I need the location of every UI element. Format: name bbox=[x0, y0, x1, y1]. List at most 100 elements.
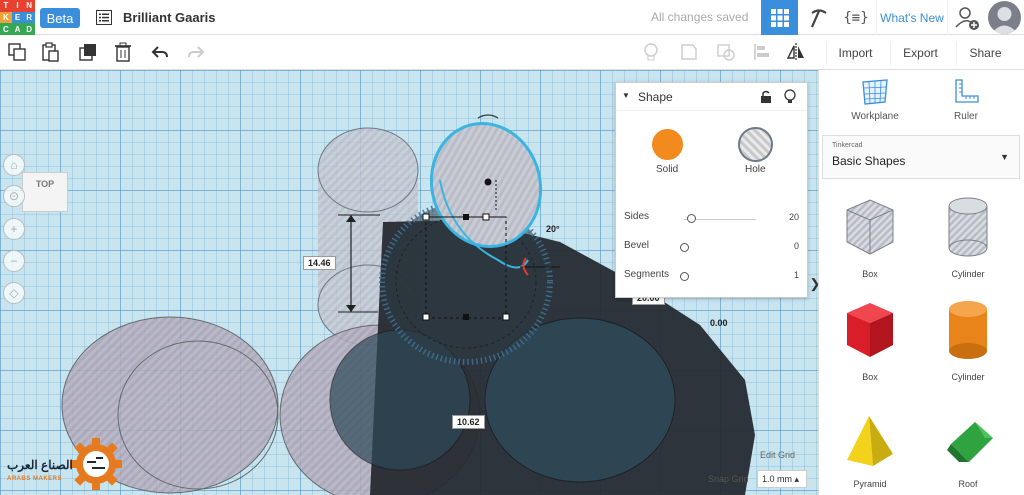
pyramid-icon bbox=[847, 416, 893, 466]
library-item-label: Roof bbox=[958, 479, 978, 489]
roof-icon bbox=[947, 422, 993, 462]
library-item-label: Cylinder bbox=[951, 269, 985, 279]
gear-logo-icon bbox=[70, 438, 122, 490]
shape-note-icon[interactable] bbox=[679, 42, 699, 62]
copy-icon[interactable] bbox=[7, 42, 27, 62]
design-title[interactable]: Brilliant Gaaris bbox=[123, 10, 215, 25]
share-button[interactable]: Share bbox=[956, 41, 1014, 65]
segments-value[interactable]: 1 bbox=[794, 270, 799, 280]
library-item-roof[interactable]: Roof bbox=[923, 400, 1013, 495]
home-view-icon[interactable]: ⌂ bbox=[3, 154, 25, 176]
paste-icon[interactable] bbox=[40, 42, 60, 62]
box-icon bbox=[847, 303, 893, 357]
watermark-english: ARABS MAKERS bbox=[7, 476, 63, 482]
redo-icon[interactable] bbox=[186, 42, 206, 62]
library-item-cylinder[interactable]: Cylinder bbox=[923, 293, 1013, 388]
orthographic-icon[interactable]: ◇ bbox=[3, 282, 25, 304]
library-item-label: Box bbox=[862, 372, 878, 382]
logo-letter: T bbox=[0, 0, 12, 12]
sides-value[interactable]: 20 bbox=[789, 212, 799, 222]
arabs-makers-watermark: الصناع العرب ARABS MAKERS bbox=[2, 438, 122, 493]
ruler-icon bbox=[955, 79, 979, 103]
segments-slider-row: Segments 1 bbox=[624, 269, 799, 285]
bevel-label: Bevel bbox=[624, 240, 650, 251]
edit-toolbar: Import Export Share bbox=[0, 35, 1024, 70]
logo-letter: I bbox=[11, 0, 24, 12]
view-cube[interactable]: TOP bbox=[22, 172, 68, 212]
light-bulb-icon[interactable] bbox=[641, 42, 661, 62]
tinkercad-logo[interactable]: TINKERCAD bbox=[0, 0, 35, 35]
library-item-label: Cylinder bbox=[951, 372, 985, 382]
user-avatar[interactable] bbox=[988, 1, 1021, 34]
logo-letter: C bbox=[0, 23, 12, 35]
hole-option-button[interactable] bbox=[738, 127, 773, 162]
beta-badge: Beta bbox=[40, 8, 80, 28]
logo-letter: E bbox=[11, 11, 24, 24]
workplane-tool[interactable]: Workplane bbox=[835, 78, 915, 122]
library-item-cylinder-hole[interactable]: Cylinder bbox=[923, 190, 1013, 285]
ruler-tool[interactable]: Ruler bbox=[926, 78, 1006, 122]
group-icon[interactable] bbox=[716, 42, 736, 62]
collapse-caret-icon[interactable]: ▼ bbox=[622, 91, 630, 100]
snap-grid-label: Snap Grid bbox=[708, 474, 749, 484]
elevation-value[interactable]: 0.00 bbox=[710, 318, 728, 328]
pickaxe-icon bbox=[810, 8, 827, 27]
bevel-value[interactable]: 0 bbox=[794, 241, 799, 251]
undo-icon[interactable] bbox=[150, 42, 170, 62]
height-dimension-value[interactable]: 14.46 bbox=[303, 256, 336, 270]
watermark-arabic: الصناع العرب bbox=[7, 458, 73, 472]
library-name: Basic Shapes bbox=[832, 154, 906, 168]
delete-trash-icon[interactable] bbox=[113, 42, 133, 62]
segments-slider-knob[interactable] bbox=[680, 272, 689, 281]
library-item-box-hole[interactable]: Box bbox=[825, 190, 915, 285]
save-status: All changes saved bbox=[651, 10, 749, 24]
bevel-slider-knob[interactable] bbox=[680, 243, 689, 252]
depth-dimension-value[interactable]: 10.62 bbox=[452, 415, 485, 429]
mirror-icon[interactable] bbox=[786, 42, 806, 62]
shape-inspector-panel: ▼ Shape Solid Hole Sides 20 Bevel 0 Segm… bbox=[615, 82, 808, 298]
library-provider: Tinkercad bbox=[832, 142, 863, 149]
grid-icon bbox=[770, 8, 789, 27]
box-hole-icon bbox=[846, 199, 894, 255]
workplane-label: Workplane bbox=[851, 111, 899, 122]
edit-grid-button[interactable]: Edit Grid bbox=[760, 450, 795, 460]
sides-label: Sides bbox=[624, 211, 650, 222]
codeblocks-button[interactable]: {≡} bbox=[839, 0, 873, 35]
lock-icon[interactable] bbox=[760, 90, 772, 104]
visibility-bulb-icon[interactable] bbox=[784, 89, 796, 105]
whats-new-link[interactable]: What's New bbox=[876, 0, 948, 35]
sides-slider-knob[interactable] bbox=[687, 214, 697, 223]
cylinder-hole-icon bbox=[948, 197, 988, 257]
right-sidebar: Workplane Ruler Tinkercad Basic Shapes ▼… bbox=[818, 70, 1024, 495]
design-list-icon[interactable] bbox=[96, 10, 112, 25]
rotation-angle-value[interactable]: 20° bbox=[546, 224, 560, 234]
add-user-icon[interactable] bbox=[954, 5, 980, 31]
library-item-box[interactable]: Box bbox=[825, 293, 915, 388]
zoom-in-icon[interactable]: + bbox=[3, 218, 25, 240]
3d-design-view-button[interactable] bbox=[761, 0, 798, 35]
logo-letter: N bbox=[23, 0, 35, 12]
workplane-icon bbox=[862, 79, 888, 105]
snap-grid-select[interactable]: 1.0 mm ▴ bbox=[757, 470, 807, 488]
cylinder-icon bbox=[949, 301, 987, 359]
library-item-label: Pyramid bbox=[853, 479, 887, 489]
fit-view-icon[interactable]: ⊙ bbox=[3, 185, 25, 207]
solid-option-button[interactable] bbox=[652, 129, 683, 160]
library-dropdown-caret-icon: ▼ bbox=[1000, 152, 1009, 162]
blocks-view-button[interactable] bbox=[801, 0, 837, 35]
zoom-out-icon[interactable]: − bbox=[3, 250, 25, 272]
library-item-label: Box bbox=[862, 269, 878, 279]
export-button[interactable]: Export bbox=[890, 41, 950, 65]
align-icon[interactable] bbox=[752, 42, 772, 62]
duplicate-icon[interactable] bbox=[78, 42, 98, 62]
logo-letter: K bbox=[0, 11, 12, 24]
logo-letter: A bbox=[11, 23, 24, 35]
logo-letter: R bbox=[23, 11, 35, 24]
shape-library-select[interactable]: Tinkercad Basic Shapes ▼ bbox=[822, 135, 1020, 179]
rotate-handle-top[interactable] bbox=[477, 114, 499, 119]
library-item-pyramid[interactable]: Pyramid bbox=[825, 400, 915, 495]
logo-letter: D bbox=[23, 23, 35, 35]
inspector-title: Shape bbox=[638, 90, 673, 104]
import-button[interactable]: Import bbox=[826, 41, 884, 65]
hole-label: Hole bbox=[745, 164, 766, 175]
